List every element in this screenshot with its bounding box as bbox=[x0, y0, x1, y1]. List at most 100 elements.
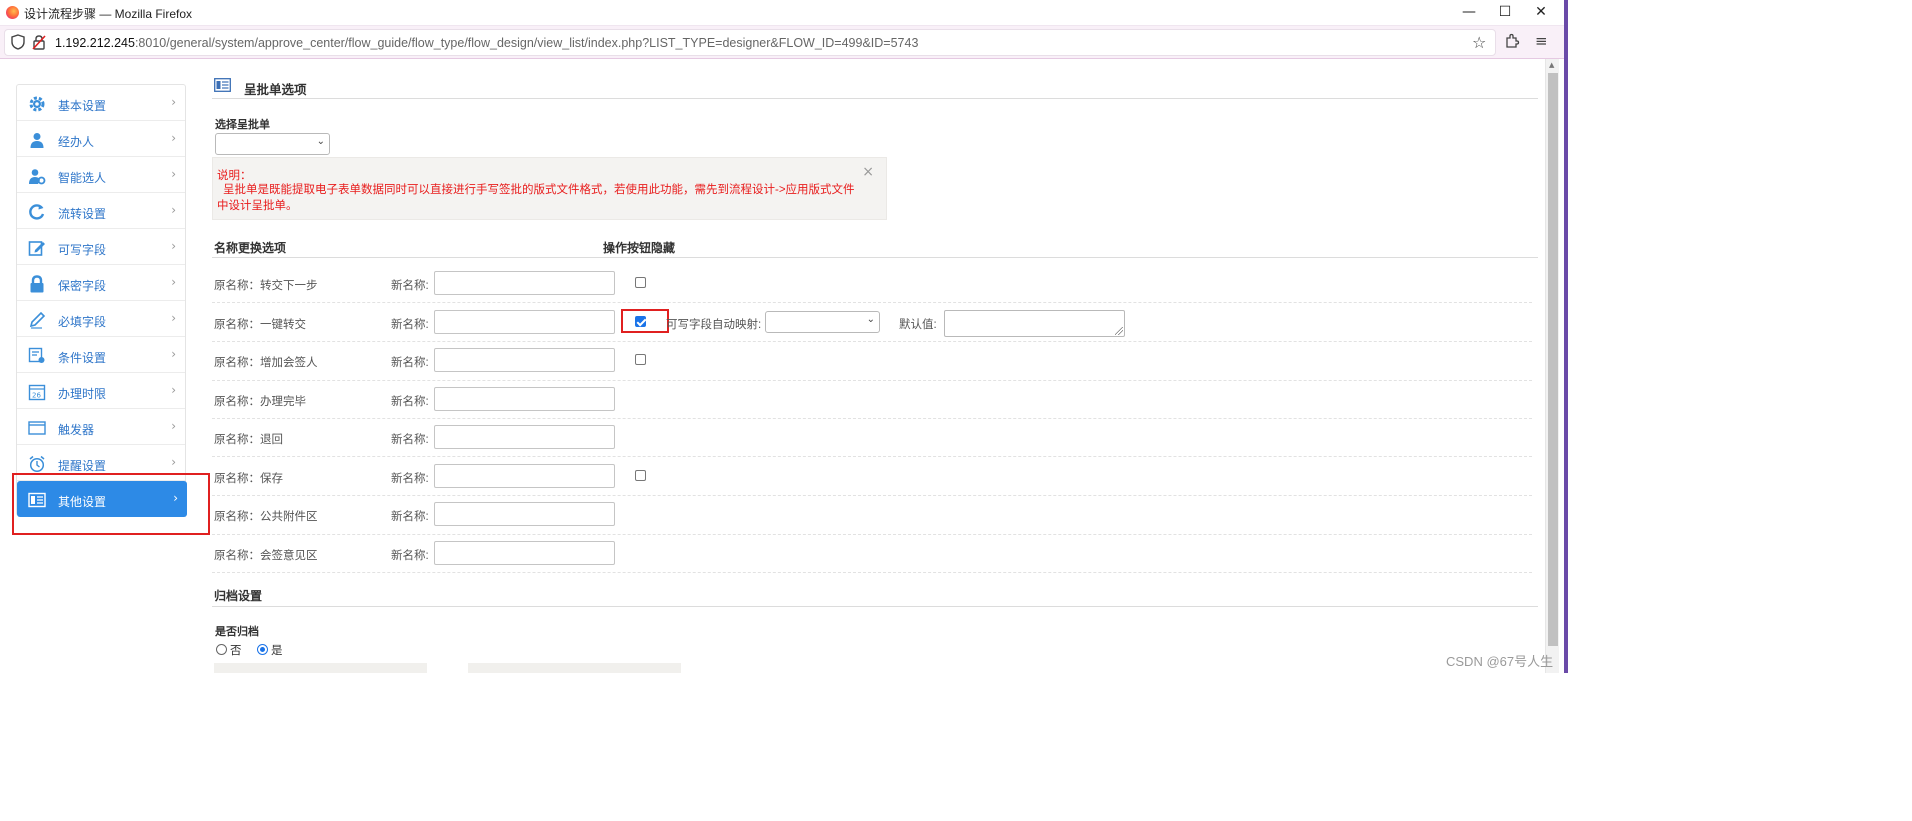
new-name-label: 新名称: bbox=[391, 434, 429, 446]
scroll-up-icon[interactable]: ▲ bbox=[1549, 61, 1554, 69]
highlight-box-sidebar bbox=[12, 473, 210, 535]
menu-icon[interactable]: ≡ bbox=[1535, 32, 1548, 50]
new-name-input[interactable] bbox=[434, 502, 615, 526]
sidebar-item-writable-fields[interactable]: 可写字段 › bbox=[17, 229, 185, 265]
notice-body: 呈批单是既能提取电子表单数据同时可以直接进行手写签批的版式文件格式，若使用此功能… bbox=[217, 184, 855, 212]
sidebar-item-label: 经办人 bbox=[58, 135, 95, 149]
chevron-down-icon: ⌄ bbox=[866, 314, 875, 325]
row-divider bbox=[212, 380, 1532, 381]
notice-close-icon[interactable]: × bbox=[862, 164, 874, 180]
alarm-icon bbox=[28, 455, 46, 473]
maximize-button[interactable]: ☐ bbox=[1488, 1, 1522, 23]
new-name-label: 新名称: bbox=[391, 357, 429, 369]
calendar-icon: 26 bbox=[28, 383, 46, 401]
sidebar-item-label: 基本设置 bbox=[58, 99, 107, 113]
sidebar-item-required-fields[interactable]: 必填字段 › bbox=[17, 301, 185, 337]
sidebar-item-label: 触发器 bbox=[58, 423, 95, 437]
lock-icon bbox=[28, 275, 46, 293]
new-name-label: 新名称: bbox=[391, 550, 429, 562]
form-select[interactable]: ⌄ bbox=[215, 133, 330, 155]
sidebar-item-handler[interactable]: 经办人 › bbox=[17, 121, 185, 157]
row-divider bbox=[212, 495, 1532, 496]
pencil-icon bbox=[28, 311, 46, 329]
hide-buttons-heading: 操作按钮隐藏 bbox=[603, 241, 676, 255]
hide-checkbox[interactable] bbox=[635, 470, 646, 481]
shield-icon[interactable] bbox=[11, 34, 25, 54]
minimize-button[interactable]: — bbox=[1452, 1, 1486, 23]
sidebar-item-time-limit[interactable]: 26 办理时限 › bbox=[17, 373, 185, 409]
highlight-box-checkbox bbox=[621, 309, 669, 333]
new-name-input[interactable] bbox=[434, 464, 615, 488]
new-name-input[interactable] bbox=[434, 271, 615, 295]
row-divider bbox=[212, 302, 1532, 303]
hide-checkbox[interactable] bbox=[635, 277, 646, 288]
scrollbar-thumb[interactable] bbox=[1548, 73, 1558, 646]
sidebar-item-label: 必填字段 bbox=[58, 315, 107, 329]
archive-panel-left bbox=[214, 663, 427, 673]
mapping-label: 可写字段自动映射: bbox=[666, 319, 762, 331]
sidebar-item-smart-select[interactable]: 智能选人 › bbox=[17, 157, 185, 193]
chevron-right-icon: › bbox=[171, 383, 176, 397]
bookmark-star-icon[interactable]: ☆ bbox=[1472, 33, 1486, 52]
notice-box: 说明： 呈批单是既能提取电子表单数据同时可以直接进行手写签批的版式文件格式，若使… bbox=[212, 157, 887, 220]
user-icon bbox=[28, 131, 46, 148]
archive-yes-radio[interactable] bbox=[257, 644, 268, 655]
chevron-right-icon: › bbox=[171, 131, 176, 145]
user-gear-icon bbox=[28, 167, 46, 185]
chevron-down-icon: ⌄ bbox=[316, 136, 325, 147]
insecure-lock-icon[interactable] bbox=[32, 34, 46, 54]
original-name-label: 原名称：公共附件区 bbox=[214, 511, 318, 523]
sidebar-item-conditions[interactable]: 条件设置 › bbox=[17, 337, 185, 373]
mapping-select[interactable]: ⌄ bbox=[765, 311, 880, 333]
section-divider bbox=[212, 98, 1538, 99]
chevron-right-icon: › bbox=[171, 455, 176, 469]
close-window-button[interactable]: ✕ bbox=[1524, 1, 1558, 23]
notice-title: 说明： bbox=[217, 170, 252, 182]
row-divider bbox=[212, 534, 1532, 535]
sidebar-item-label: 条件设置 bbox=[58, 351, 107, 365]
navigation-toolbar: 1.192.212.245:8010/general/system/approv… bbox=[0, 26, 1568, 59]
chevron-right-icon: › bbox=[171, 95, 176, 109]
chevron-right-icon: › bbox=[171, 275, 176, 289]
original-name-label: 原名称：办理完毕 bbox=[214, 396, 306, 408]
new-name-label: 新名称: bbox=[391, 473, 429, 485]
url-path: :8010/general/system/approve_center/flow… bbox=[134, 36, 919, 50]
new-name-input[interactable] bbox=[434, 310, 615, 334]
archive-yes-label: 是 bbox=[271, 645, 283, 657]
address-bar[interactable]: 1.192.212.245:8010/general/system/approv… bbox=[4, 29, 1496, 56]
form-section-title: 呈批单选项 bbox=[244, 83, 307, 97]
archive-no-radio[interactable] bbox=[216, 644, 227, 655]
archive-panel-right bbox=[468, 663, 681, 673]
hide-checkbox[interactable] bbox=[635, 354, 646, 365]
new-name-input[interactable] bbox=[434, 541, 615, 565]
sidebar-item-secret-fields[interactable]: 保密字段 › bbox=[17, 265, 185, 301]
sidebar-item-flow[interactable]: 流转设置 › bbox=[17, 193, 185, 229]
sidebar-item-basic[interactable]: 基本设置 › bbox=[17, 85, 185, 121]
sidebar-item-label: 流转设置 bbox=[58, 207, 107, 221]
sidebar-item-label: 可写字段 bbox=[58, 243, 107, 257]
url-text[interactable]: 1.192.212.245:8010/general/system/approv… bbox=[55, 36, 918, 50]
resize-grip-icon[interactable] bbox=[1115, 327, 1123, 335]
row-divider bbox=[212, 418, 1532, 419]
condition-icon bbox=[28, 347, 46, 364]
firefox-logo-icon bbox=[6, 6, 19, 19]
new-name-input[interactable] bbox=[434, 425, 615, 449]
svg-text:26: 26 bbox=[32, 392, 41, 400]
chevron-right-icon: › bbox=[171, 419, 176, 433]
default-value-textarea[interactable] bbox=[944, 310, 1125, 337]
extensions-icon[interactable] bbox=[1504, 33, 1520, 53]
desktop-strip bbox=[1564, 0, 1568, 673]
chevron-right-icon: › bbox=[171, 203, 176, 217]
sidebar-item-trigger[interactable]: 触发器 › bbox=[17, 409, 185, 445]
window-icon bbox=[28, 419, 46, 436]
row-divider bbox=[212, 572, 1532, 573]
chevron-right-icon: › bbox=[171, 239, 176, 253]
page-scrollbar[interactable]: ▲ bbox=[1545, 59, 1559, 673]
sidebar-item-label: 办理时限 bbox=[58, 387, 107, 401]
new-name-label: 新名称: bbox=[391, 511, 429, 523]
sidebar-item-label: 智能选人 bbox=[58, 171, 107, 185]
new-name-input[interactable] bbox=[434, 387, 615, 411]
new-name-input[interactable] bbox=[434, 348, 615, 372]
archive-no-label: 否 bbox=[230, 645, 242, 657]
watermark: CSDN @67号人生 bbox=[1446, 654, 1554, 669]
